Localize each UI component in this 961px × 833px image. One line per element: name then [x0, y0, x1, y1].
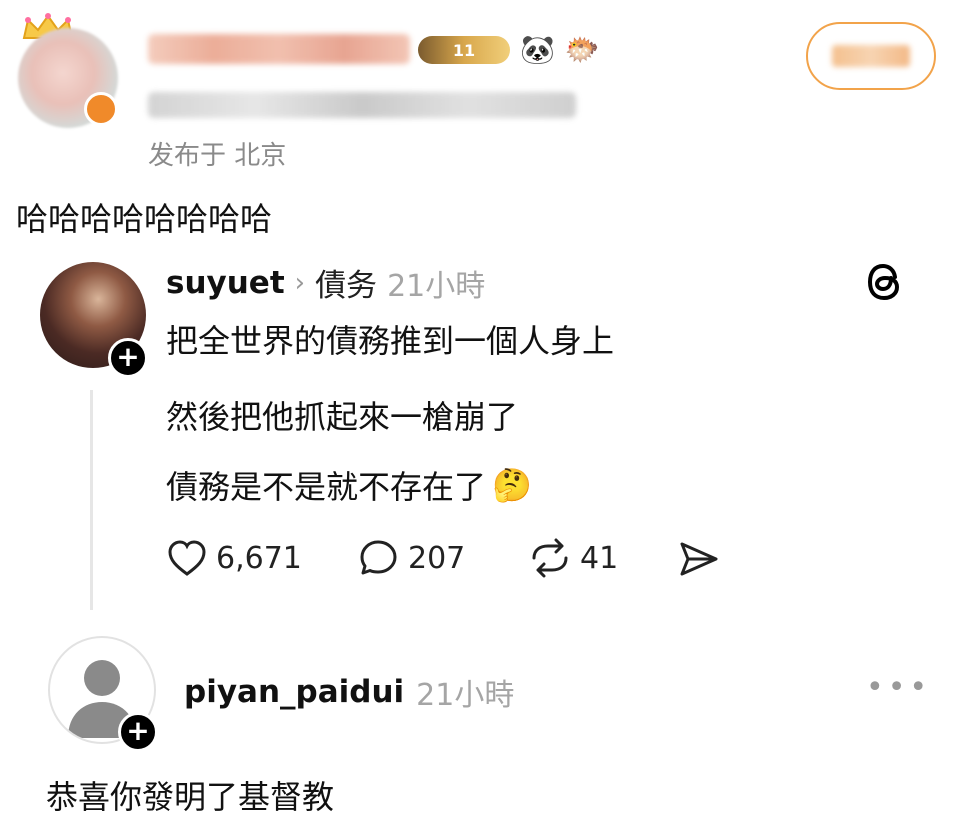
thinking-face-icon: 🤔: [492, 466, 532, 504]
thread-post-header: suyuet › 債务 21小時: [166, 260, 485, 305]
author-badges: 11 🐼 🐡: [418, 32, 600, 68]
thread-topic[interactable]: 債务: [315, 260, 377, 305]
comment-count: 207: [408, 540, 466, 576]
thread-connector-line: [90, 390, 93, 610]
like-count: 6,671: [216, 540, 302, 576]
thread-time: 21小時: [387, 268, 486, 304]
repost-count: 41: [580, 540, 619, 576]
thread-line-3-wrap: 債務是不是就不存在了 🤔: [166, 462, 532, 508]
reply-header: piyan_paidui 21小時: [184, 670, 514, 714]
threads-logo-icon: [867, 263, 900, 301]
level-badge-text: 11: [452, 40, 476, 60]
comment-icon: [360, 540, 397, 575]
post-meta-blurred: [148, 92, 576, 118]
thread-line-1: 把全世界的債務推到一個人身上: [166, 322, 615, 360]
heart-icon: [168, 540, 206, 576]
chevron-right-icon: ›: [294, 267, 306, 298]
thread-line-3: 債務是不是就不存在了: [166, 468, 487, 506]
level-badge: 11: [418, 36, 510, 64]
share-send-icon[interactable]: [678, 540, 720, 578]
post-text: 哈哈哈哈哈哈哈哈: [16, 200, 273, 238]
follow-plus-icon[interactable]: +: [118, 712, 158, 752]
reply-username[interactable]: piyan_paidui: [184, 674, 404, 710]
repost-icon: [532, 538, 568, 578]
follow-plus-icon[interactable]: +: [108, 338, 148, 378]
reply-time: 21小時: [416, 678, 515, 713]
more-options-icon[interactable]: •••: [866, 670, 931, 705]
vip-badge-icon: [84, 92, 118, 126]
like-action[interactable]: 6,671: [166, 538, 302, 578]
post-location: 发布于 北京: [148, 141, 287, 171]
thread-line-2: 然後把他抓起來一槍崩了: [166, 398, 519, 436]
comment-action[interactable]: 207: [358, 538, 465, 578]
fish-icon: 🐡: [564, 33, 600, 66]
panda-icon: 🐼: [520, 33, 555, 66]
follow-button[interactable]: [806, 22, 936, 90]
repost-action[interactable]: 41: [528, 538, 618, 578]
author-name-blurred[interactable]: [148, 34, 410, 64]
reply-text: 恭喜你發明了基督教: [46, 778, 335, 816]
thread-username[interactable]: suyuet: [166, 265, 285, 301]
